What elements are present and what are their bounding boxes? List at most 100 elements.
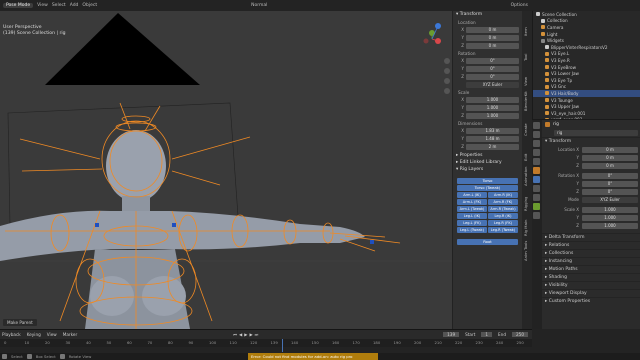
- prop-scale-x[interactable]: 1.000: [582, 206, 638, 213]
- warning-banner[interactable]: Error: Could not find modules for add-on…: [248, 353, 378, 360]
- world-tab-icon[interactable]: [533, 158, 540, 165]
- outliner-row[interactable]: V3 Lower Jaw: [533, 70, 640, 77]
- outliner-row[interactable]: Camera: [533, 24, 640, 31]
- dimensions-x-field[interactable]: 1.83 m: [466, 127, 519, 134]
- prev-key-icon[interactable]: ◀: [239, 332, 242, 337]
- outliner-row[interactable]: V3_eye_hair.001: [533, 110, 640, 117]
- prop-location-y[interactable]: 0 m: [582, 154, 638, 161]
- last-operator-panel[interactable]: Make Parent: [3, 319, 37, 326]
- rig-layer-arm-l-tweak[interactable]: Arm.L (Tweak): [457, 206, 487, 212]
- tab-edit[interactable]: Edit: [523, 139, 528, 161]
- rotation-mode-dropdown[interactable]: XYZ Euler: [466, 81, 519, 88]
- edit-linked-header[interactable]: ▸ Edit Linked Library: [453, 159, 522, 166]
- output-tab-icon[interactable]: [533, 140, 540, 147]
- prop-scale-y[interactable]: 1.000: [582, 214, 638, 221]
- menu-select[interactable]: Select: [52, 3, 66, 8]
- prop-location-z[interactable]: 0 m: [582, 162, 638, 169]
- location-x-field[interactable]: 0 m: [466, 26, 519, 33]
- outliner-row[interactable]: V3 Eye Tp: [533, 77, 640, 84]
- location-z-field[interactable]: 0 m: [466, 42, 519, 49]
- dimensions-y-field[interactable]: 1.48 m: [466, 135, 519, 142]
- rotation-z-field[interactable]: 0°: [466, 73, 519, 80]
- property-section[interactable]: ▸ Instancing: [542, 257, 640, 265]
- property-section[interactable]: ▸ Motion Paths: [542, 265, 640, 273]
- scale-y-field[interactable]: 1.000: [466, 104, 519, 111]
- mode-selector[interactable]: Pose Mode: [3, 3, 34, 8]
- options-menu[interactable]: Options: [511, 3, 528, 8]
- menu-marker[interactable]: Marker: [63, 332, 77, 337]
- prop-rotation-z[interactable]: 0°: [582, 188, 638, 195]
- menu-view[interactable]: View: [37, 3, 48, 8]
- transform-section[interactable]: ▾ Transform: [542, 137, 640, 145]
- menu-playback[interactable]: Playback: [2, 332, 21, 337]
- property-section[interactable]: ▸ Shading: [542, 273, 640, 281]
- scale-z-field[interactable]: 1.000: [466, 112, 519, 119]
- menu-add[interactable]: Add: [70, 3, 79, 8]
- object-tab-icon[interactable]: [533, 167, 540, 174]
- property-section[interactable]: ▸ Collections: [542, 249, 640, 257]
- menu-keying[interactable]: Keying: [27, 332, 41, 337]
- outliner-row[interactable]: V3 Upper Jaw: [533, 103, 640, 110]
- rig-layer-leg-r-fk[interactable]: Leg.R (FK): [488, 220, 518, 226]
- rotation-x-field[interactable]: 0°: [466, 57, 519, 64]
- outliner-row[interactable]: Light: [533, 31, 640, 38]
- property-section[interactable]: ▸ Viewport Display: [542, 289, 640, 297]
- next-key-icon[interactable]: ▶: [249, 332, 252, 337]
- render-tab-icon[interactable]: [533, 131, 540, 138]
- jump-start-icon[interactable]: ⏮: [233, 332, 237, 337]
- start-frame-field[interactable]: 1: [481, 332, 493, 337]
- object-name-field[interactable]: rig: [554, 129, 638, 136]
- frame-ruler[interactable]: 0 10 20 30 40 50 60 70 80 90 100 110 120 139 140 150 160…: [0, 339, 532, 347]
- prop-scale-z[interactable]: 1.000: [582, 222, 638, 229]
- tab-rigging[interactable]: Rigging: [523, 189, 528, 211]
- play-icon[interactable]: ▶: [244, 332, 247, 337]
- prop-rotation-y[interactable]: 0°: [582, 180, 638, 187]
- rig-layer-leg-l-fk[interactable]: Leg.L (FK): [457, 220, 487, 226]
- data-tab-icon[interactable]: [533, 203, 540, 210]
- properties-header[interactable]: ▸ Properties: [453, 152, 522, 159]
- playhead[interactable]: [282, 339, 283, 352]
- menu-view[interactable]: View: [47, 332, 57, 337]
- 3d-viewport[interactable]: User Perspective (139) Scene Collection …: [0, 11, 452, 329]
- outliner-row[interactable]: V3 Gnc: [533, 84, 640, 91]
- outliner-row[interactable]: Widgets: [533, 37, 640, 44]
- prop-rotation-mode[interactable]: XYZ Euler: [582, 196, 638, 203]
- prop-location-x[interactable]: 0 m: [582, 146, 638, 153]
- rig-layer-leg-r-ik[interactable]: Leg.R (IK): [488, 213, 518, 219]
- tab-create[interactable]: Create: [523, 114, 528, 136]
- rig-layers-header[interactable]: ▾ Rig Layers: [453, 166, 522, 173]
- scale-x-field[interactable]: 1.000: [466, 96, 519, 103]
- outliner-row[interactable]: V3 Hair/Body: [533, 90, 640, 97]
- modifier-tab-icon[interactable]: [533, 176, 540, 183]
- rig-layer-leg-r-tweak[interactable]: Leg.R (Tweak): [488, 227, 518, 233]
- tab-anim-tools[interactable]: Anim Tools: [523, 239, 528, 261]
- outliner-row[interactable]: BlipperVinterRespiratorsV2: [533, 44, 640, 51]
- tool-tab-icon[interactable]: [533, 122, 540, 129]
- rig-layer-arm-r-ik[interactable]: Arm.R (IK): [488, 192, 518, 198]
- outliner-row[interactable]: V3 Eye.L: [533, 51, 640, 58]
- rig-layer-root[interactable]: Root: [457, 239, 518, 245]
- menu-object[interactable]: Object: [82, 3, 97, 8]
- outliner-row[interactable]: V3 Eye.R: [533, 57, 640, 64]
- tab-animation[interactable]: Animation: [523, 164, 528, 186]
- location-y-field[interactable]: 0 m: [466, 34, 519, 41]
- property-section[interactable]: ▸ Visibility: [542, 281, 640, 289]
- dimensions-z-field[interactable]: 2 m: [466, 143, 519, 150]
- rig-layer-arm-r-tweak[interactable]: Arm.R (Tweak): [488, 206, 518, 212]
- tab-view[interactable]: View: [523, 64, 528, 86]
- constraint-tab-icon[interactable]: [533, 194, 540, 201]
- rig-layer-leg-l-ik[interactable]: Leg.L (IK): [457, 213, 487, 219]
- rig-layer-torso[interactable]: Torso: [457, 178, 518, 184]
- outliner-row[interactable]: V3 Tounge: [533, 97, 640, 104]
- rig-layer-arm-l-ik[interactable]: Arm.L (IK): [457, 192, 487, 198]
- outliner-row[interactable]: Collection: [533, 18, 640, 25]
- tab-rig-main[interactable]: Rig Main: [523, 214, 528, 236]
- prop-rotation-x[interactable]: 0°: [582, 172, 638, 179]
- outliner-row[interactable]: V3 EyeBrow: [533, 64, 640, 71]
- bone-tab-icon[interactable]: [533, 212, 540, 219]
- property-section[interactable]: ▸ Relations: [542, 241, 640, 249]
- property-section[interactable]: ▸ Delta Transform: [542, 233, 640, 241]
- physics-tab-icon[interactable]: [533, 185, 540, 192]
- tab-item[interactable]: Item: [523, 14, 528, 36]
- current-frame-field[interactable]: 139: [443, 332, 460, 337]
